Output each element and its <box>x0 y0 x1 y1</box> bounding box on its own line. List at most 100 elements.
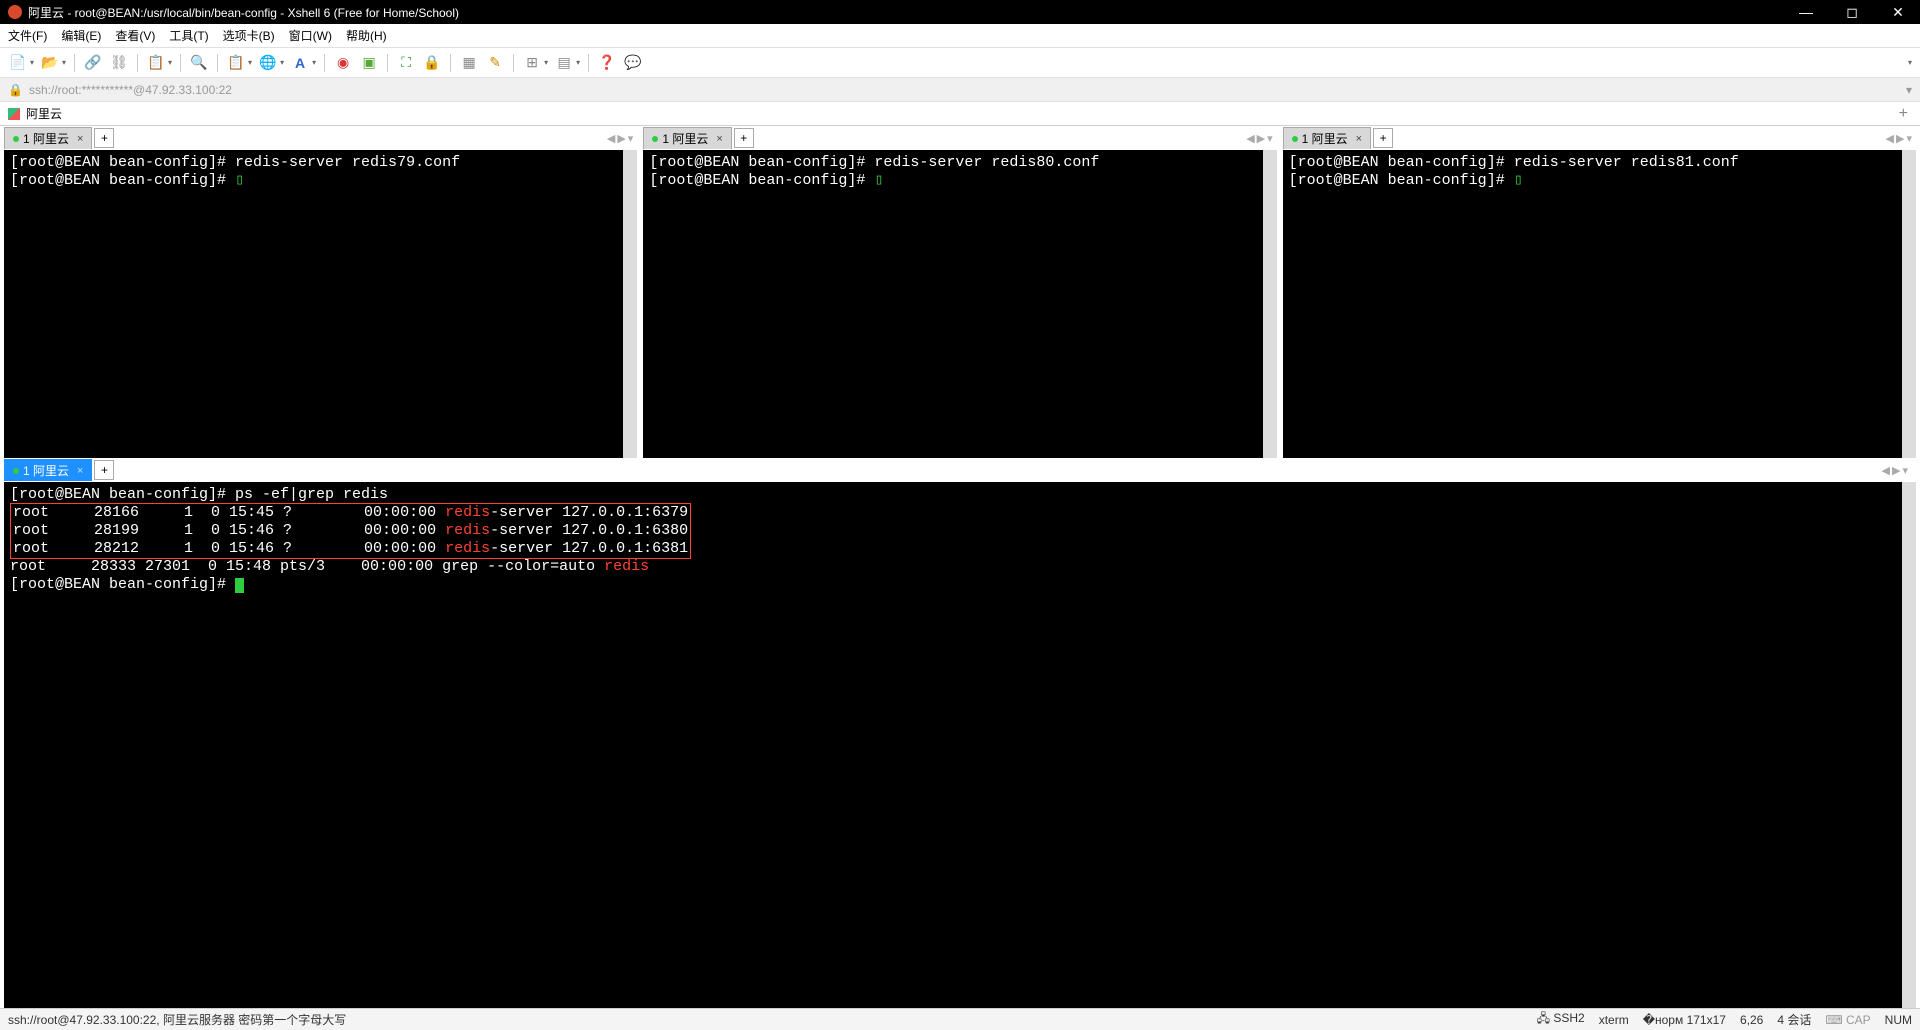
close-tab-icon[interactable]: × <box>77 133 83 145</box>
tab-aliyun[interactable]: 1 阿里云 × <box>4 127 92 149</box>
menu-edit[interactable]: 编辑(E) <box>61 27 101 44</box>
xftp-icon[interactable]: ▣ <box>359 53 379 73</box>
status-size: �норм 171x17 <box>1643 1013 1726 1027</box>
session-name[interactable]: 阿里云 <box>26 105 62 122</box>
tab-prev-icon[interactable]: ◀ <box>607 132 615 145</box>
addressbar[interactable]: 🔒 ssh://root:***********@47.92.33.100:22… <box>0 78 1920 102</box>
tab-list-icon[interactable]: ▾ <box>1267 132 1273 145</box>
copy-icon[interactable]: 📋 <box>146 53 166 73</box>
terminal-bottom[interactable]: [root@BEAN bean-config]# ps -ef|grep red… <box>4 482 1916 1008</box>
add-tab-button[interactable]: + <box>94 460 114 480</box>
menu-file[interactable]: 文件(F) <box>8 27 47 44</box>
tab-prev-icon[interactable]: ◀ <box>1886 132 1894 145</box>
scrollbar[interactable] <box>1263 150 1277 458</box>
dropdown-icon[interactable]: ▾ <box>248 58 252 67</box>
new-session-icon[interactable]: 📄 <box>8 53 28 73</box>
window-controls: — ◻ ✕ <box>1792 4 1912 21</box>
search-icon[interactable]: 🔍 <box>189 53 209 73</box>
add-session-button[interactable]: + <box>1895 105 1912 123</box>
separator <box>324 54 325 72</box>
tab-next-icon[interactable]: ▶ <box>617 132 625 145</box>
close-button[interactable]: ✕ <box>1884 4 1912 21</box>
menu-tools[interactable]: 工具(T) <box>169 27 208 44</box>
tab-prev-icon[interactable]: ◀ <box>1246 132 1254 145</box>
pane-3: 1 阿里云 × + ◀ ▶ ▾ [root@BEAN bean-config]#… <box>1283 126 1916 458</box>
help-icon[interactable]: ❓ <box>597 53 617 73</box>
terminal-3[interactable]: [root@BEAN bean-config]# redis-server re… <box>1283 150 1916 458</box>
maximize-button[interactable]: ◻ <box>1838 4 1866 21</box>
close-tab-icon[interactable]: × <box>716 133 722 145</box>
add-tab-button[interactable]: + <box>94 128 114 148</box>
font-icon[interactable]: A <box>290 53 310 73</box>
dropdown-icon[interactable]: ▾ <box>62 58 66 67</box>
cursor-icon: ▯ <box>874 172 883 189</box>
status-term: xterm <box>1599 1013 1629 1027</box>
status-caps: ⌨ CAP <box>1825 1013 1870 1027</box>
dropdown-icon[interactable]: ▾ <box>30 58 34 67</box>
redis-process-box: root 28166 1 0 15:45 ? 00:00:00 redis-se… <box>10 503 691 559</box>
properties-icon[interactable]: 📋 <box>226 53 246 73</box>
pane-2: 1 阿里云 × + ◀ ▶ ▾ [root@BEAN bean-config]#… <box>643 126 1276 458</box>
dropdown-icon[interactable]: ▾ <box>280 58 284 67</box>
scrollbar[interactable] <box>1902 482 1916 1008</box>
tab-list-icon[interactable]: ▾ <box>628 132 634 145</box>
tab-nav: ◀ ▶ ▾ <box>1246 132 1276 145</box>
disconnect-icon[interactable]: ⛓ <box>109 53 129 73</box>
dropdown-icon[interactable]: ▾ <box>168 58 172 67</box>
tab-next-icon[interactable]: ▶ <box>1896 132 1904 145</box>
terminal-2[interactable]: [root@BEAN bean-config]# redis-server re… <box>643 150 1276 458</box>
tab-aliyun-active[interactable]: 1 阿里云 × <box>4 459 92 481</box>
tab-next-icon[interactable]: ▶ <box>1892 464 1900 477</box>
tab-next-icon[interactable]: ▶ <box>1257 132 1265 145</box>
menubar: 文件(F) 编辑(E) 查看(V) 工具(T) 选项卡(B) 窗口(W) 帮助(… <box>0 24 1920 48</box>
scrollbar[interactable] <box>623 150 637 458</box>
scrollbar[interactable] <box>1902 150 1916 458</box>
close-tab-icon[interactable]: × <box>77 465 83 477</box>
xagent-icon[interactable]: ◉ <box>333 53 353 73</box>
tab-aliyun[interactable]: 1 阿里云 × <box>1283 127 1371 149</box>
address-dropdown-icon[interactable]: ▾ <box>1906 83 1912 97</box>
fullscreen-icon[interactable]: ⛶ <box>396 53 416 73</box>
session-flag-icon <box>8 108 20 120</box>
chat-icon[interactable]: 💬 <box>623 53 643 73</box>
separator <box>137 54 138 72</box>
dropdown-icon[interactable]: ▾ <box>576 58 580 67</box>
reconnect-icon[interactable]: 🔗 <box>83 53 103 73</box>
toolbar-overflow-icon[interactable]: ▾ <box>1908 58 1912 67</box>
close-tab-icon[interactable]: × <box>1356 133 1362 145</box>
menu-window[interactable]: 窗口(W) <box>289 27 332 44</box>
status-left: ssh://root@47.92.33.100:22, 阿里云服务器 密码第一个… <box>8 1011 346 1028</box>
tabstrip: 1 阿里云 × + ◀ ▶ ▾ <box>1283 126 1916 150</box>
cursor-icon <box>235 578 244 593</box>
globe-icon[interactable]: 🌐 <box>258 53 278 73</box>
terminal-1[interactable]: [root@BEAN bean-config]# redis-server re… <box>4 150 637 458</box>
status-ssh: 🖧 SSH2 <box>1537 1009 1585 1030</box>
separator <box>513 54 514 72</box>
tab-label: 1 阿里云 <box>1302 130 1348 147</box>
menu-help[interactable]: 帮助(H) <box>346 27 387 44</box>
tile-icon[interactable]: ▦ <box>459 53 479 73</box>
add-tab-button[interactable]: + <box>1373 128 1393 148</box>
status-dot-icon <box>1292 136 1298 142</box>
arrange-icon[interactable]: ⊞ <box>522 53 542 73</box>
lock-icon[interactable]: 🔒 <box>422 53 442 73</box>
open-icon[interactable]: 📂 <box>40 53 60 73</box>
sessionbar: 阿里云 + <box>0 102 1920 126</box>
tab-prev-icon[interactable]: ◀ <box>1882 464 1890 477</box>
top-panes: 1 阿里云 × + ◀ ▶ ▾ [root@BEAN bean-config]#… <box>0 126 1920 458</box>
tab-list-icon[interactable]: ▾ <box>1906 132 1912 145</box>
status-dot-icon <box>652 136 658 142</box>
separator <box>180 54 181 72</box>
add-tab-button[interactable]: + <box>734 128 754 148</box>
tab-list-icon[interactable]: ▾ <box>1902 464 1908 477</box>
tab-aliyun[interactable]: 1 阿里云 × <box>643 127 731 149</box>
layout-icon[interactable]: ▤ <box>554 53 574 73</box>
dropdown-icon[interactable]: ▾ <box>544 58 548 67</box>
minimize-button[interactable]: — <box>1792 4 1820 21</box>
menu-tabs[interactable]: 选项卡(B) <box>223 27 275 44</box>
highlight-icon[interactable]: ✎ <box>485 53 505 73</box>
dropdown-icon[interactable]: ▾ <box>312 58 316 67</box>
separator <box>74 54 75 72</box>
menu-view[interactable]: 查看(V) <box>115 27 155 44</box>
status-pos: 6,26 <box>1740 1013 1763 1027</box>
